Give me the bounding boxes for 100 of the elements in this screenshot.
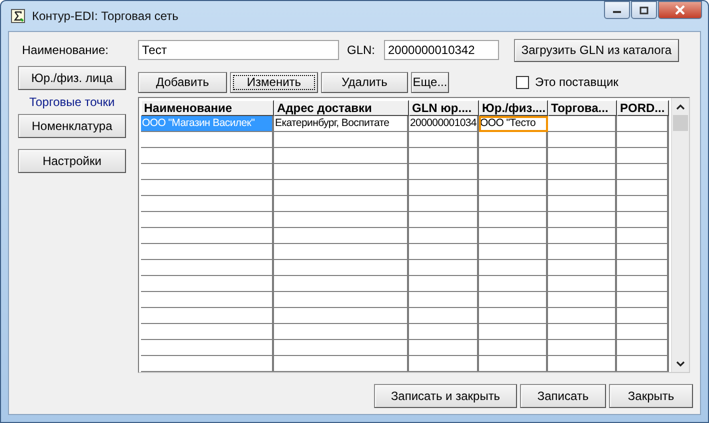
empty-cell[interactable] (409, 228, 479, 244)
empty-cell[interactable] (548, 196, 617, 212)
empty-cell[interactable] (548, 132, 617, 148)
empty-cell[interactable] (617, 308, 669, 324)
empty-cell[interactable] (274, 324, 409, 340)
empty-cell[interactable] (479, 132, 548, 148)
empty-cell[interactable] (274, 308, 409, 324)
empty-cell[interactable] (274, 228, 409, 244)
empty-cell[interactable] (409, 164, 479, 180)
empty-cell[interactable] (548, 164, 617, 180)
empty-cell[interactable] (141, 180, 274, 196)
column-header[interactable]: Адрес доставки (274, 100, 409, 116)
empty-cell[interactable] (274, 292, 409, 308)
empty-cell[interactable] (548, 212, 617, 228)
footer-button[interactable]: Записать (520, 384, 606, 408)
empty-cell[interactable] (617, 196, 669, 212)
column-header[interactable]: Юр./физ.... (479, 100, 548, 116)
toolbar-button[interactable]: Еще... (411, 72, 449, 92)
name-field[interactable]: Тест (138, 40, 339, 60)
empty-cell[interactable] (479, 324, 548, 340)
toolbar-button[interactable]: Удалить (321, 72, 408, 92)
settings-button[interactable]: Настройки (18, 149, 126, 173)
column-header[interactable]: Торгова... (548, 100, 617, 116)
empty-cell[interactable] (409, 260, 479, 276)
empty-cell[interactable] (274, 196, 409, 212)
empty-cell[interactable] (274, 212, 409, 228)
empty-cell[interactable] (479, 260, 548, 276)
empty-cell[interactable] (409, 244, 479, 260)
empty-cell[interactable] (548, 308, 617, 324)
empty-cell[interactable] (274, 180, 409, 196)
empty-cell[interactable] (409, 308, 479, 324)
empty-cell[interactable] (548, 356, 617, 372)
empty-cell[interactable] (617, 244, 669, 260)
empty-cell[interactable] (409, 356, 479, 372)
empty-cell[interactable] (479, 148, 548, 164)
empty-cell[interactable] (479, 164, 548, 180)
empty-cell[interactable] (479, 340, 548, 356)
empty-cell[interactable] (274, 164, 409, 180)
footer-button[interactable]: Закрыть (609, 384, 693, 408)
table-cell[interactable]: Екатеринбург, Воспитате (274, 116, 409, 132)
table-cell[interactable]: ООО "Тесто (479, 116, 548, 132)
empty-cell[interactable] (548, 180, 617, 196)
empty-cell[interactable] (141, 212, 274, 228)
empty-cell[interactable] (409, 276, 479, 292)
empty-cell[interactable] (479, 180, 548, 196)
empty-cell[interactable] (548, 340, 617, 356)
empty-cell[interactable] (409, 132, 479, 148)
empty-cell[interactable] (479, 244, 548, 260)
empty-cell[interactable] (141, 324, 274, 340)
empty-cell[interactable] (274, 276, 409, 292)
empty-cell[interactable] (409, 148, 479, 164)
empty-cell[interactable] (617, 132, 669, 148)
empty-cell[interactable] (617, 260, 669, 276)
empty-cell[interactable] (617, 276, 669, 292)
empty-cell[interactable] (141, 276, 274, 292)
table-cell[interactable]: 200000001034 (409, 116, 479, 132)
empty-cell[interactable] (274, 260, 409, 276)
close-button[interactable] (658, 1, 702, 19)
empty-cell[interactable] (274, 132, 409, 148)
empty-cell[interactable] (548, 276, 617, 292)
empty-cell[interactable] (548, 292, 617, 308)
empty-cell[interactable] (617, 292, 669, 308)
column-header[interactable]: GLN юр.... (409, 100, 479, 116)
empty-cell[interactable] (479, 356, 548, 372)
table-cell[interactable] (548, 116, 617, 132)
scroll-thumb[interactable] (673, 115, 688, 131)
empty-cell[interactable] (141, 132, 274, 148)
empty-cell[interactable] (617, 180, 669, 196)
empty-cell[interactable] (274, 356, 409, 372)
empty-cell[interactable] (141, 292, 274, 308)
empty-cell[interactable] (548, 324, 617, 340)
footer-button[interactable]: Записать и закрыть (374, 384, 517, 408)
empty-cell[interactable] (274, 340, 409, 356)
empty-cell[interactable] (409, 324, 479, 340)
empty-cell[interactable] (548, 244, 617, 260)
column-header[interactable]: Наименование (141, 100, 274, 116)
toolbar-button[interactable]: Добавить (138, 72, 227, 92)
load-gln-button[interactable]: Загрузить GLN из каталога (514, 38, 679, 62)
empty-cell[interactable] (479, 212, 548, 228)
maximize-button[interactable] (631, 1, 657, 19)
empty-cell[interactable] (617, 212, 669, 228)
toolbar-button[interactable]: Изменить (230, 72, 318, 92)
empty-cell[interactable] (479, 276, 548, 292)
minimize-button[interactable] (604, 1, 630, 19)
empty-cell[interactable] (548, 260, 617, 276)
sidebar-tab[interactable]: Юр./физ. лица (18, 66, 126, 90)
empty-cell[interactable] (274, 148, 409, 164)
empty-cell[interactable] (479, 196, 548, 212)
empty-cell[interactable] (141, 340, 274, 356)
empty-cell[interactable] (141, 244, 274, 260)
empty-cell[interactable] (141, 356, 274, 372)
empty-cell[interactable] (141, 196, 274, 212)
empty-cell[interactable] (617, 228, 669, 244)
empty-cell[interactable] (548, 228, 617, 244)
empty-cell[interactable] (409, 292, 479, 308)
empty-cell[interactable] (479, 308, 548, 324)
empty-cell[interactable] (617, 164, 669, 180)
empty-cell[interactable] (409, 212, 479, 228)
empty-cell[interactable] (548, 148, 617, 164)
empty-cell[interactable] (141, 228, 274, 244)
